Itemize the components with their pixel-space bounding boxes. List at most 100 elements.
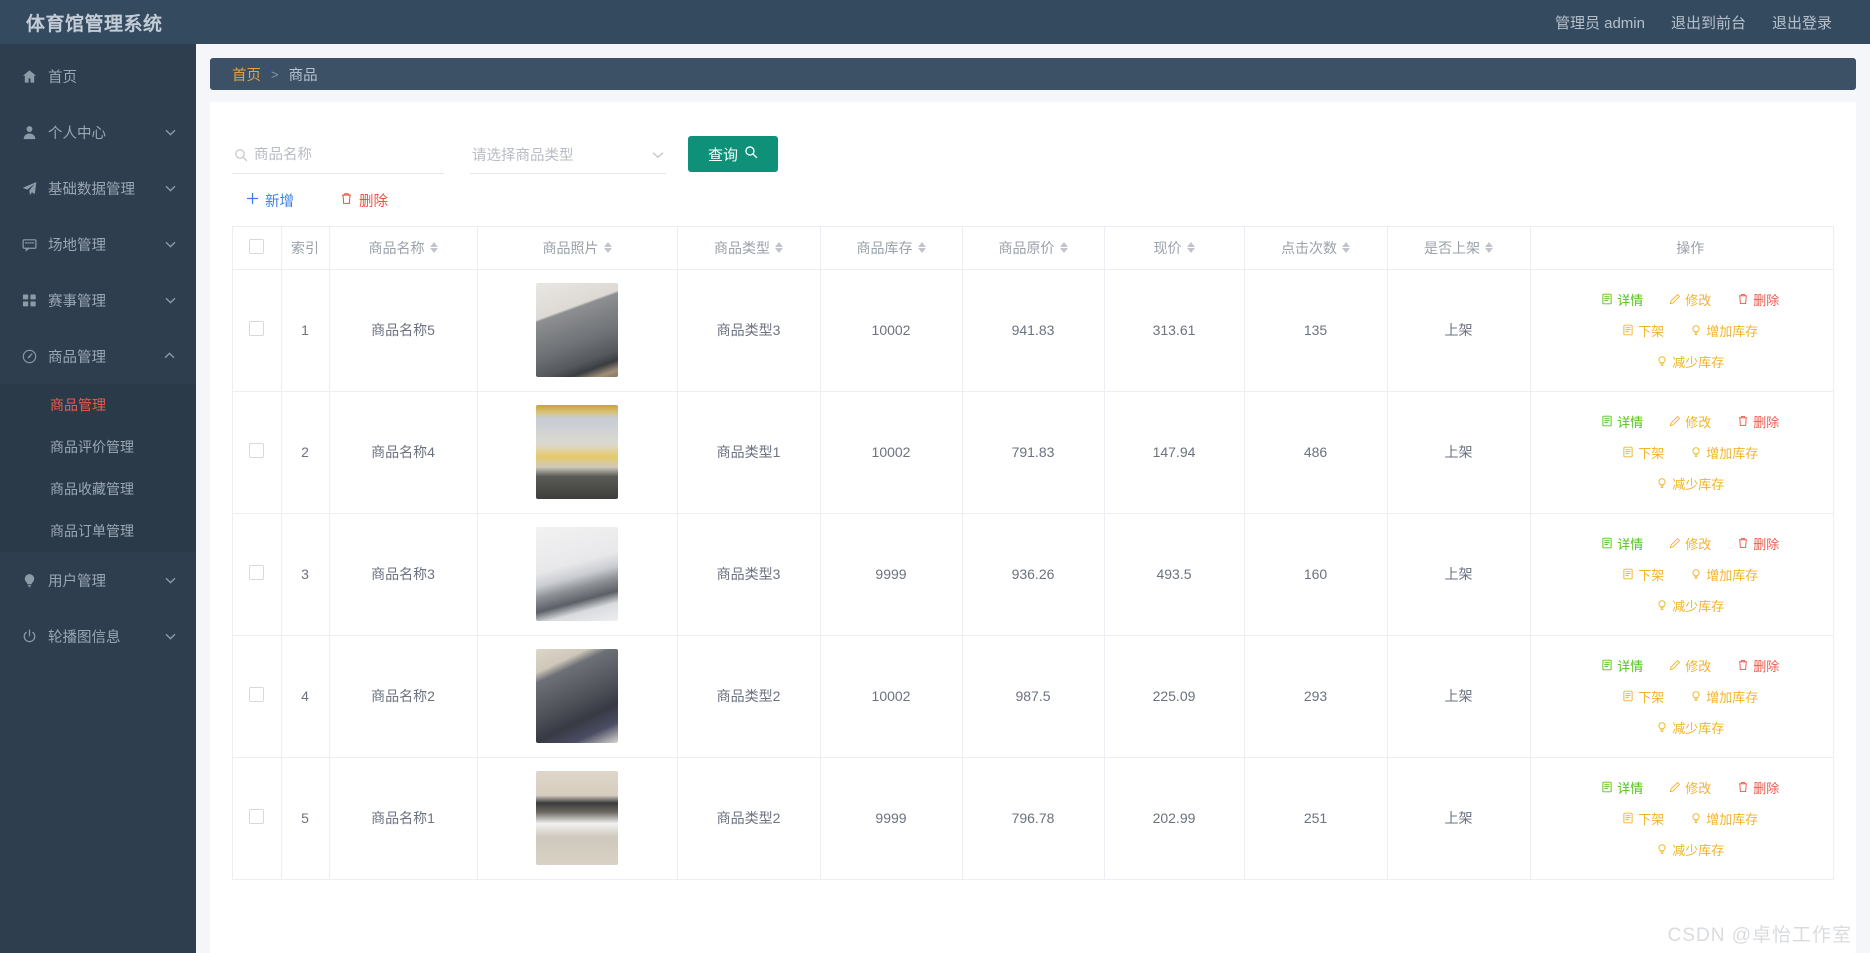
row-checkbox[interactable] [249, 321, 265, 336]
op-delete-button[interactable]: 删除 [1737, 290, 1779, 309]
sidebar-item-product[interactable]: 商品管理 [0, 328, 196, 384]
sidebar-item-carousel[interactable]: 轮播图信息 [0, 608, 196, 664]
sidebar-subitem-product-manage[interactable]: 商品管理 [0, 384, 196, 426]
sidebar-subitem-product-favorite[interactable]: 商品收藏管理 [0, 468, 196, 510]
sort-icon[interactable] [603, 242, 612, 254]
row-checkbox[interactable] [249, 565, 265, 580]
op-edit-button[interactable]: 修改 [1669, 778, 1711, 797]
op-increase-label: 增加库存 [1706, 567, 1759, 583]
action-row: 新增 删除 [232, 174, 1834, 226]
doc-icon [1601, 415, 1613, 427]
op-delete-button[interactable]: 删除 [1737, 534, 1779, 553]
op-decrease-stock-button[interactable]: 减少库存 [1656, 352, 1724, 371]
sort-icon[interactable] [1342, 242, 1350, 254]
op-unshelf-button[interactable]: 下架 [1622, 321, 1664, 340]
cell-stock: 10002 [820, 269, 963, 392]
th-on-shelf[interactable]: 是否上架 [1387, 227, 1531, 270]
sidebar-subitem-product-review[interactable]: 商品评价管理 [0, 426, 196, 468]
sidebar-item-basedata[interactable]: 基础数据管理 [0, 160, 196, 216]
op-unshelf-button[interactable]: 下架 [1622, 687, 1664, 706]
admin-user-link[interactable]: 管理员 admin [1555, 12, 1645, 33]
op-detail-button[interactable]: 详情 [1601, 534, 1643, 553]
exit-to-front-link[interactable]: 退出到前台 [1671, 12, 1746, 33]
op-unshelf-button[interactable]: 下架 [1622, 443, 1664, 462]
sidebar-item-event[interactable]: 赛事管理 [0, 272, 196, 328]
sidebar-subitem-product-order[interactable]: 商品订单管理 [0, 510, 196, 552]
product-thumbnail[interactable] [536, 649, 618, 743]
op-unshelf-button[interactable]: 下架 [1622, 565, 1664, 584]
row-checkbox[interactable] [249, 809, 265, 824]
op-increase-stock-button[interactable]: 增加库存 [1690, 809, 1758, 828]
plus-icon [246, 192, 259, 209]
row-checkbox[interactable] [249, 443, 265, 458]
select-all-checkbox[interactable] [249, 238, 265, 254]
add-button-label: 新增 [265, 193, 294, 210]
op-detail-button[interactable]: 详情 [1601, 778, 1643, 797]
th-current-price[interactable]: 现价 [1104, 227, 1245, 270]
sort-icon[interactable] [775, 242, 783, 254]
op-edit-button[interactable]: 修改 [1669, 290, 1711, 309]
cell-on-shelf: 上架 [1387, 513, 1531, 636]
op-increase-stock-button[interactable]: 增加库存 [1690, 565, 1758, 584]
sidebar-item-venue[interactable]: 场地管理 [0, 216, 196, 272]
user-icon [18, 125, 40, 140]
sidebar-item-user-manage[interactable]: 用户管理 [0, 552, 196, 608]
sort-icon[interactable] [1186, 242, 1195, 254]
op-decrease-stock-button[interactable]: 减少库存 [1656, 596, 1724, 615]
cell-index: 3 [281, 513, 330, 636]
th-stock[interactable]: 商品库存 [820, 227, 963, 270]
op-edit-button[interactable]: 修改 [1669, 412, 1711, 431]
add-button[interactable]: 新增 [246, 190, 294, 211]
op-detail-button[interactable]: 详情 [1601, 412, 1643, 431]
th-stock-label: 商品库存 [856, 239, 913, 256]
op-unshelf-button[interactable]: 下架 [1622, 809, 1664, 828]
pen-icon [1669, 659, 1681, 671]
product-thumbnail[interactable] [536, 283, 618, 377]
sort-icon[interactable] [917, 242, 926, 254]
product-type-select[interactable]: 请选择商品类型 [470, 136, 666, 174]
op-edit-button[interactable]: 修改 [1669, 534, 1711, 553]
product-thumbnail[interactable] [536, 405, 618, 499]
th-name[interactable]: 商品名称 [329, 227, 478, 270]
row-checkbox[interactable] [249, 687, 265, 702]
op-decrease-stock-button[interactable]: 减少库存 [1656, 474, 1724, 493]
table-head: 索引 商品名称 商品照片 商品类型 商品库存 商品原价 现价 点击次数 是否上架… [233, 227, 1833, 270]
breadcrumb-home[interactable]: 首页 [232, 64, 261, 85]
op-decrease-stock-button[interactable]: 减少库存 [1656, 840, 1724, 859]
th-type-label: 商品类型 [714, 239, 770, 256]
op-increase-stock-button[interactable]: 增加库存 [1690, 443, 1758, 462]
search-input[interactable] [254, 146, 442, 163]
cell-select [233, 391, 282, 514]
op-edit-button[interactable]: 修改 [1669, 656, 1711, 675]
product-thumbnail[interactable] [536, 771, 618, 865]
product-thumbnail[interactable] [536, 527, 618, 621]
cell-type: 商品类型3 [677, 269, 821, 392]
cell-clicks: 251 [1244, 757, 1388, 880]
query-button[interactable]: 查询 [688, 136, 779, 172]
op-delete-button[interactable]: 删除 [1737, 778, 1779, 797]
th-original-price[interactable]: 商品原价 [962, 227, 1105, 270]
chevron-down-icon [164, 574, 176, 586]
sort-icon[interactable] [429, 242, 438, 254]
op-increase-stock-button[interactable]: 增加库存 [1690, 321, 1758, 340]
op-decrease-stock-button[interactable]: 减少库存 [1656, 718, 1724, 737]
op-detail-button[interactable]: 详情 [1601, 656, 1643, 675]
op-detail-button[interactable]: 详情 [1601, 290, 1643, 309]
bulb-icon [1690, 690, 1702, 702]
op-delete-button[interactable]: 删除 [1737, 412, 1779, 431]
th-photo[interactable]: 商品照片 [477, 227, 678, 270]
sort-icon[interactable] [1485, 242, 1493, 254]
pen-icon [1669, 415, 1681, 427]
sort-icon[interactable] [1059, 242, 1068, 254]
cell-current-price: 313.61 [1104, 269, 1245, 392]
th-clicks[interactable]: 点击次数 [1244, 227, 1388, 270]
bulb-icon [1656, 843, 1668, 855]
sidebar-item-home[interactable]: 首页 [0, 48, 196, 104]
doc-icon [1622, 568, 1634, 580]
op-increase-stock-button[interactable]: 增加库存 [1690, 687, 1758, 706]
sidebar-item-personal[interactable]: 个人中心 [0, 104, 196, 160]
op-delete-button[interactable]: 删除 [1737, 656, 1779, 675]
th-type[interactable]: 商品类型 [677, 227, 821, 270]
logout-link[interactable]: 退出登录 [1772, 12, 1832, 33]
delete-button[interactable]: 删除 [340, 190, 388, 211]
